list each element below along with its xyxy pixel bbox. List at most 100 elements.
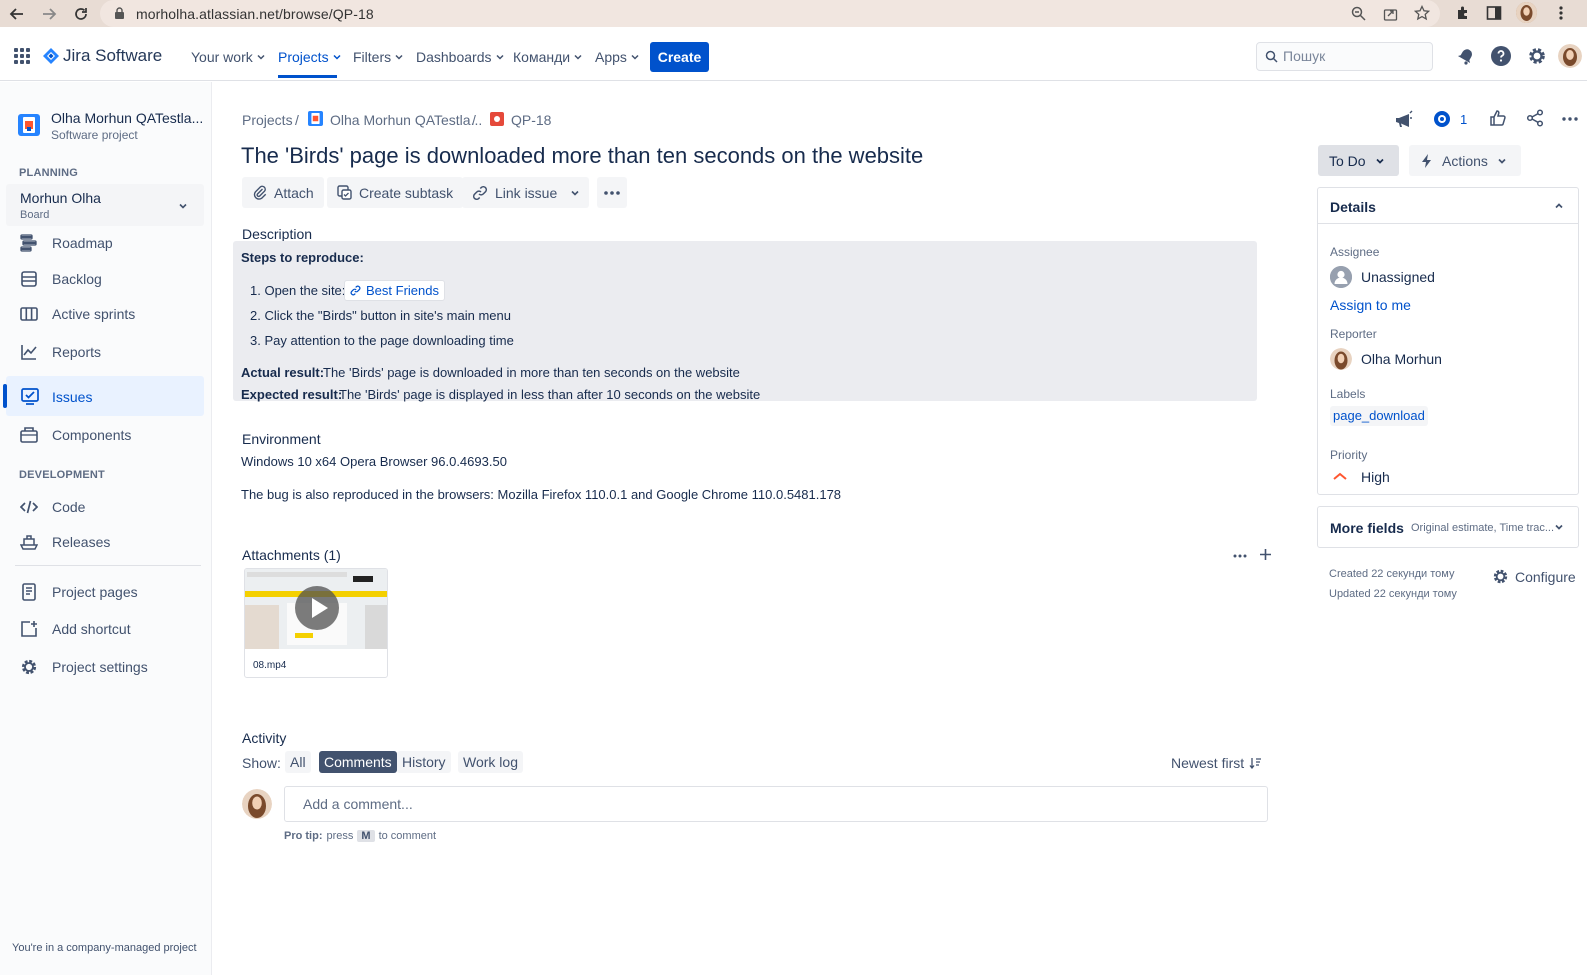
breadcrumb-separator: / <box>295 112 299 128</box>
reporter-label: Reporter <box>1330 327 1377 341</box>
play-icon[interactable] <box>295 586 339 630</box>
create-subtask-label: Create subtask <box>359 184 454 201</box>
chevron-down-icon <box>1375 156 1385 166</box>
nav-projects-underline <box>278 75 337 78</box>
pages-icon <box>20 583 38 601</box>
attachments-more-icon[interactable] <box>1233 554 1247 558</box>
sidebar-item-reports[interactable]: Reports <box>20 343 101 361</box>
chevron-down-icon <box>1497 156 1507 166</box>
more-fields-panel[interactable]: More fields Original estimate, Time trac… <box>1317 506 1579 548</box>
environment-line-1[interactable]: Windows 10 x64 Opera Browser 96.0.4693.5… <box>241 454 507 469</box>
sidebar-item-issues[interactable]: Issues <box>3 376 204 416</box>
sidebar-item-components[interactable]: Components <box>20 426 131 444</box>
priority-value[interactable]: High <box>1361 469 1390 485</box>
nav-filters[interactable]: Filters <box>353 49 404 65</box>
breadcrumb-projects[interactable]: Projects <box>242 112 293 128</box>
profile-avatar[interactable] <box>1558 44 1582 68</box>
breadcrumb-project[interactable]: Olha Morhun QATestla... <box>330 112 482 128</box>
assign-to-me-link[interactable]: Assign to me <box>1330 297 1411 313</box>
attachment-filename: 08.mp4 <box>253 660 287 671</box>
nav-dashboards[interactable]: Dashboards <box>416 49 505 65</box>
sidebar-item-code[interactable]: Code <box>20 498 85 516</box>
sidebar-item-active-sprints[interactable]: Active sprints <box>20 305 135 323</box>
settings-gear-icon[interactable] <box>1527 46 1547 66</box>
labels-label: Labels <box>1330 387 1366 401</box>
filter-all[interactable]: All <box>285 751 311 773</box>
add-attachment-icon[interactable] <box>1259 548 1272 561</box>
filter-history[interactable]: History <box>397 751 451 773</box>
comment-input[interactable]: Add a comment... <box>284 786 1268 822</box>
nav-your-work[interactable]: Your work <box>191 49 266 65</box>
details-header[interactable]: Details <box>1318 188 1578 224</box>
sidebar-project-name[interactable]: Olha Morhun QATestla... <box>51 110 203 126</box>
side-panel-icon[interactable] <box>1486 5 1502 21</box>
assignee-value[interactable]: Unassigned <box>1361 269 1435 285</box>
status-dropdown[interactable]: To Do <box>1318 145 1399 176</box>
create-button[interactable]: Create <box>650 42 709 72</box>
board-columns-icon <box>20 305 38 323</box>
jira-logo-icon[interactable] <box>42 47 60 65</box>
zoom-icon[interactable] <box>1351 6 1366 21</box>
product-name[interactable]: Jira Software <box>63 46 162 66</box>
sidebar-item-roadmap[interactable]: Roadmap <box>20 234 113 252</box>
more-fields-hint: Original estimate, Time trac... <box>1411 522 1555 534</box>
code-icon <box>20 498 38 516</box>
sort-newest-first[interactable]: Newest first <box>1171 755 1262 771</box>
configure-button[interactable]: Configure <box>1492 568 1576 585</box>
attach-button[interactable]: Attach <box>242 177 324 208</box>
browser-profile-avatar[interactable] <box>1516 2 1537 23</box>
watch-count[interactable]: 1 <box>1460 112 1467 127</box>
environment-line-2[interactable]: The bug is also reproduced in the browse… <box>241 487 841 502</box>
app-switcher-icon[interactable] <box>14 48 30 64</box>
filter-comments[interactable]: Comments <box>319 751 397 773</box>
browser-bar: morholha.atlassian.net/browse/QP-18 <box>0 0 1587 27</box>
nav-teams[interactable]: Команди <box>513 49 583 65</box>
sidebar-item-project-pages[interactable]: Project pages <box>20 583 138 601</box>
browser-menu-icon[interactable] <box>1558 5 1564 21</box>
sidebar-item-add-shortcut[interactable]: Add shortcut <box>20 620 131 638</box>
share-page-icon[interactable] <box>1383 6 1398 21</box>
reload-icon[interactable] <box>72 5 90 23</box>
search-input[interactable]: Пошук <box>1256 42 1433 71</box>
more-actions-button[interactable] <box>597 177 627 208</box>
pro-tip-label: Pro tip: <box>284 830 323 842</box>
attachment-card[interactable]: 08.mp4 <box>244 568 388 678</box>
sidebar-item-project-settings[interactable]: Project settings <box>20 658 148 676</box>
vote-thumbs-up-icon[interactable] <box>1489 109 1507 127</box>
issue-title[interactable]: The 'Birds' page is downloaded more than… <box>241 143 923 169</box>
create-subtask-button[interactable]: Create subtask <box>327 177 464 208</box>
back-icon[interactable] <box>8 5 26 23</box>
company-managed-note[interactable]: You're in a company-managed project <box>12 942 197 954</box>
filter-work-log[interactable]: Work log <box>458 751 523 773</box>
more-dots-icon[interactable] <box>1562 117 1578 121</box>
step-1: 1. Open the site: <box>250 283 346 298</box>
board-selector[interactable]: Morhun Olha Board <box>6 184 204 226</box>
reports-chart-icon <box>20 343 38 361</box>
nav-projects[interactable]: Projects <box>278 49 342 65</box>
sidebar-item-releases[interactable]: Releases <box>20 533 110 551</box>
nav-apps[interactable]: Apps <box>595 49 640 65</box>
extensions-icon[interactable] <box>1455 5 1471 21</box>
breadcrumb-issue-key[interactable]: QP-18 <box>511 112 551 128</box>
label-tag[interactable]: page_download <box>1330 406 1428 426</box>
top-navigation: Jira Software Your work Projects Filters… <box>0 31 1587 81</box>
link-issue-label: Link issue <box>495 184 558 201</box>
link-issue-button[interactable]: Link issue <box>462 177 568 208</box>
help-icon[interactable] <box>1491 46 1511 66</box>
forward-icon[interactable] <box>40 5 58 23</box>
url-text: morholha.atlassian.net/browse/QP-18 <box>136 6 374 22</box>
actions-dropdown[interactable]: Actions <box>1409 145 1521 176</box>
watch-eye-icon[interactable] <box>1433 110 1453 128</box>
paperclip-icon <box>252 185 267 200</box>
notifications-icon[interactable] <box>1457 47 1475 65</box>
reporter-value[interactable]: Olha Morhun <box>1361 351 1442 367</box>
sidebar-item-label: Add shortcut <box>52 621 131 637</box>
link-issue-dropdown[interactable] <box>561 177 589 208</box>
best-friends-link[interactable]: Best Friends <box>344 280 445 301</box>
share-icon[interactable] <box>1526 109 1544 127</box>
sidebar-item-backlog[interactable]: Backlog <box>20 270 102 288</box>
feedback-megaphone-icon[interactable] <box>1393 110 1413 130</box>
planning-section-title: PLANNING <box>19 167 79 179</box>
bookmark-star-icon[interactable] <box>1414 5 1430 21</box>
project-avatar-icon[interactable] <box>18 114 40 136</box>
